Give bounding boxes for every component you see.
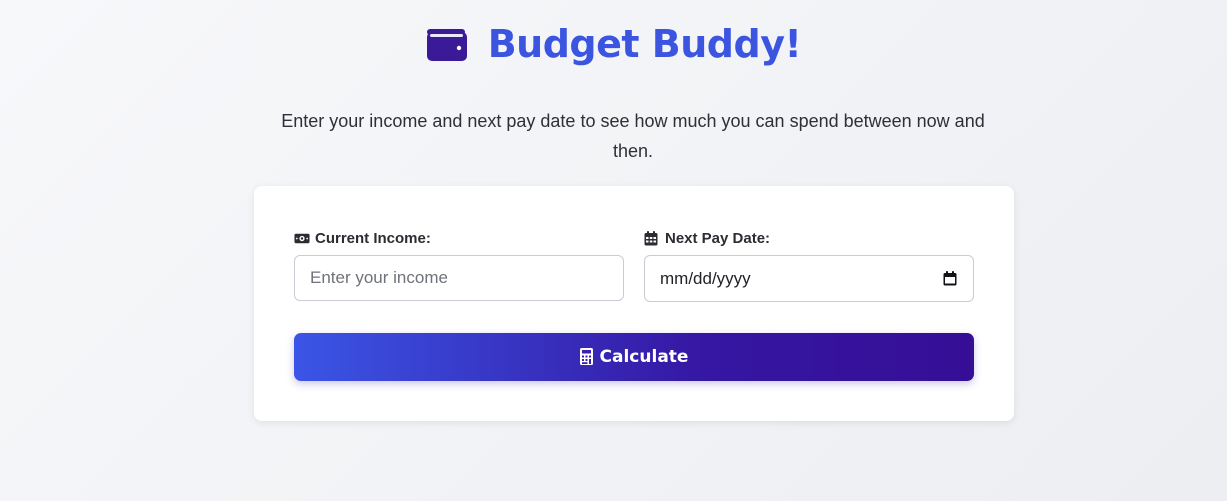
income-field-group: Current Income: [294,228,624,301]
calculator-icon [579,348,594,366]
income-input-wrapper [294,255,624,301]
calculate-button-label: Calculate [599,347,689,367]
page-title: Budget Buddy! [487,22,802,66]
pay-date-value: mm/dd/yyyy [660,268,751,288]
budget-form-card: Current Income: Next Pay Date [254,186,1014,421]
calculate-button[interactable]: Calculate [294,333,974,381]
calendar-icon [644,230,660,245]
pay-date-field-group: Next Pay Date: mm/dd/yyyy [644,228,974,302]
calendar-picker-icon[interactable] [942,271,958,287]
income-label-text: Current Income: [315,229,431,247]
pay-date-input[interactable]: mm/dd/yyyy [644,255,974,302]
intro-text: Enter your income and next pay date to s… [281,111,985,161]
income-label: Current Income: [294,228,624,248]
pay-date-label: Next Pay Date: [644,228,974,248]
wallet-icon [426,25,468,63]
app-header: Budget Buddy! [0,20,1227,68]
income-input[interactable] [310,268,608,288]
pay-date-label-text: Next Pay Date: [665,229,771,247]
money-bill-icon [294,231,310,245]
